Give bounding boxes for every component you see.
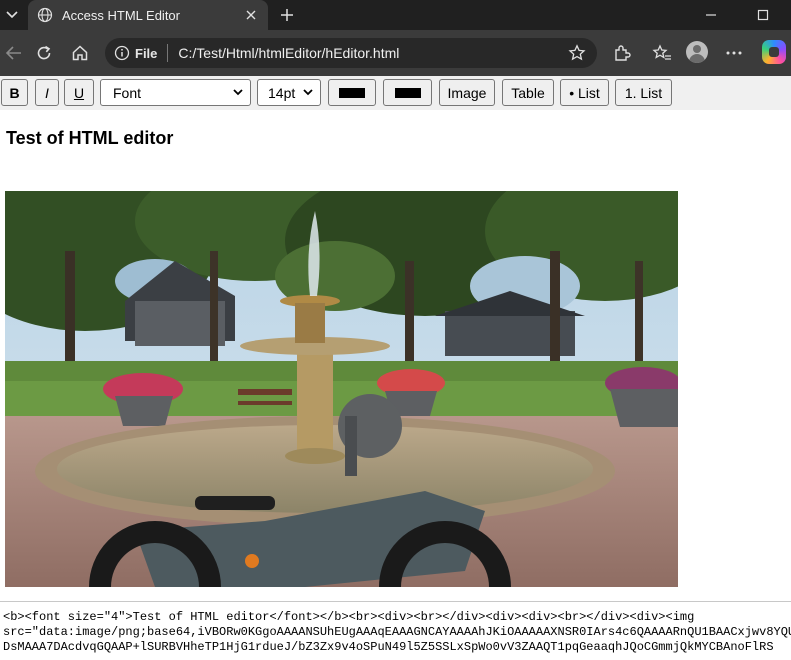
close-icon[interactable]	[240, 4, 262, 26]
more-icon[interactable]	[720, 39, 748, 67]
home-icon[interactable]	[66, 39, 94, 67]
numbered-list-button[interactable]: 1. List	[615, 79, 672, 106]
source-line: src="data:image/png;base64,iVBORw0KGgoAA…	[3, 625, 791, 639]
globe-icon	[36, 6, 54, 24]
font-select[interactable]: Font	[100, 79, 251, 106]
image-button[interactable]: Image	[439, 79, 495, 106]
chevron-down-icon	[233, 89, 243, 96]
source-line: <b><font size="4">Test of HTML editor</f…	[3, 610, 695, 624]
browser-tab[interactable]: Access HTML Editor	[28, 0, 268, 30]
reload-icon[interactable]	[30, 39, 58, 67]
address-url[interactable]: C:/Test/Html/htmlEditor/hEditor.html	[178, 45, 565, 61]
tab-title: Access HTML Editor	[62, 7, 180, 23]
fore-color-button[interactable]	[328, 79, 376, 106]
back-color-button[interactable]	[383, 79, 432, 106]
source-divider	[0, 601, 791, 602]
underline-button[interactable]: U	[64, 79, 94, 106]
star-icon[interactable]	[565, 41, 589, 65]
bullet-list-button[interactable]: • List	[560, 79, 609, 106]
browser-tab-strip: Access HTML Editor	[0, 0, 791, 30]
html-source-view[interactable]: <b><font size="4">Test of HTML editor</f…	[3, 610, 791, 660]
avatar-icon[interactable]	[686, 41, 708, 63]
address-divider	[167, 44, 169, 62]
maximize-icon[interactable]	[752, 4, 774, 26]
bold-button[interactable]: B	[1, 79, 28, 106]
copilot-icon[interactable]	[762, 40, 786, 64]
chevron-down-icon	[303, 89, 313, 96]
font-select-value: Font	[113, 84, 142, 101]
table-button[interactable]: Table	[502, 79, 554, 106]
fountain-photo	[5, 191, 678, 587]
editor-heading: Test of HTML editor	[6, 128, 174, 148]
source-line: DsMAAA7DAcdvqGQAAP+lSURBVHheTP1HjG1rdueJ…	[3, 640, 774, 654]
size-select-value: 14pt	[268, 84, 296, 101]
favorites-icon[interactable]	[648, 39, 676, 67]
extensions-icon[interactable]	[608, 39, 636, 67]
size-select[interactable]: 14pt	[257, 79, 321, 106]
editor-toolbar: B I U Font 14pt Image Table • List 1. Li…	[0, 76, 791, 110]
italic-button[interactable]: I	[35, 79, 59, 106]
minimize-icon[interactable]	[700, 4, 722, 26]
editor-image[interactable]	[5, 191, 678, 587]
back-color-swatch	[394, 87, 421, 98]
tab-menu-icon[interactable]	[0, 0, 24, 30]
back-icon[interactable]	[0, 39, 28, 67]
info-icon[interactable]	[113, 44, 131, 62]
fore-color-swatch	[339, 87, 365, 98]
browser-nav-bar: File C:/Test/Html/htmlEditor/hEditor.htm…	[0, 30, 791, 76]
plus-icon[interactable]	[276, 4, 298, 26]
address-bar[interactable]: File C:/Test/Html/htmlEditor/hEditor.htm…	[105, 38, 597, 68]
address-scheme-label: File	[135, 45, 158, 61]
